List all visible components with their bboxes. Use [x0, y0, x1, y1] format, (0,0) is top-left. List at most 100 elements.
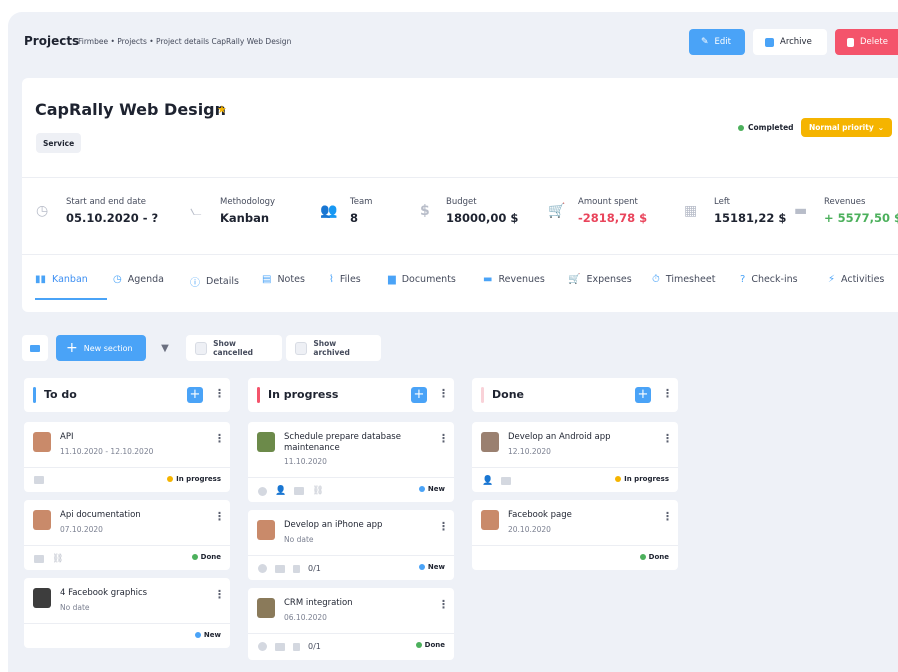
- kebab-menu-icon[interactable]: ⋮: [214, 510, 225, 523]
- tab-documents[interactable]: ▆ Documents: [388, 274, 456, 285]
- task-title: Schedule prepare database maintenance: [284, 432, 401, 453]
- task-card[interactable]: Api documentation 07.10.2020 ⋮ ⛓ Done: [24, 500, 230, 570]
- kebab-menu-icon[interactable]: ⋮: [214, 432, 225, 445]
- task-date: 20.10.2020: [508, 525, 551, 534]
- info-icon: ⓘ: [190, 278, 200, 289]
- tab-expenses[interactable]: 🛒 Expenses: [568, 274, 632, 285]
- column-header-done: Done + ⋮: [472, 378, 678, 412]
- tab-label: Notes: [277, 274, 305, 285]
- folder-icon: [501, 477, 512, 485]
- kebab-menu-icon[interactable]: ⋮: [438, 520, 449, 533]
- filter-icon: ▼: [161, 342, 169, 354]
- kebab-menu-icon[interactable]: ⋮: [438, 387, 449, 400]
- wallet-icon: ▬: [483, 274, 493, 285]
- page-title: Projects: [24, 34, 80, 48]
- subtask-icon: [293, 564, 300, 573]
- kebab-menu-icon[interactable]: ⋮: [438, 598, 449, 611]
- tab-files[interactable]: ⌇ Files: [329, 274, 361, 285]
- star-icon[interactable]: ★: [217, 103, 227, 116]
- divider: [24, 467, 230, 468]
- status-dot: [194, 632, 201, 638]
- tab-details[interactable]: ⓘ Details: [190, 274, 239, 289]
- delete-button[interactable]: Delete: [835, 29, 898, 55]
- task-card[interactable]: Develop an iPhone app No date ⋮ 0/1 New: [248, 510, 454, 580]
- status-badge: In progress: [167, 475, 221, 483]
- checkbox[interactable]: [295, 341, 308, 355]
- user-icon: 👤: [275, 486, 287, 496]
- chevron-down-icon: ⌄: [877, 123, 885, 132]
- stat-label: Budget: [446, 197, 477, 207]
- tab-notes[interactable]: ▤ Notes: [262, 274, 305, 285]
- show-archived-toggle[interactable]: Show archived: [286, 335, 381, 361]
- kebab-menu-icon[interactable]: ⋮: [662, 432, 673, 445]
- filter-button[interactable]: ▼: [152, 335, 178, 361]
- project-card: CapRally Web Design ★ Service Completed …: [22, 78, 898, 312]
- column-title: Done: [492, 388, 524, 401]
- status-label: Done: [200, 553, 221, 561]
- avatar: [33, 510, 51, 530]
- status-label: Completed: [748, 123, 794, 132]
- tab-label: Timesheet: [665, 274, 716, 285]
- add-task-button[interactable]: +: [187, 387, 203, 403]
- task-title: CRM integration: [284, 598, 353, 608]
- new-section-button[interactable]: + New section: [56, 335, 146, 361]
- kebab-menu-icon[interactable]: ⋮: [214, 387, 225, 400]
- add-task-button[interactable]: +: [635, 387, 651, 403]
- tab-revenues[interactable]: ▬ Revenues: [483, 274, 545, 285]
- clock-icon: ◷: [113, 274, 122, 285]
- breadcrumb[interactable]: Firmbee • Projects • Project details Cap…: [78, 37, 291, 46]
- tab-timesheet[interactable]: ⏱ Timesheet: [652, 274, 715, 285]
- stat-value: -2818,78 $: [578, 211, 648, 225]
- divider: [472, 467, 678, 468]
- edit-button-label: Edit: [714, 37, 732, 47]
- stat-label: Team: [350, 197, 373, 207]
- kebab-menu-icon[interactable]: ⋮: [662, 510, 673, 523]
- tab-checkins[interactable]: ? Check-ins: [740, 274, 798, 285]
- task-card[interactable]: API 11.10.2020 - 12.10.2020 ⋮ In progres…: [24, 422, 230, 492]
- show-archived-label: Show archived: [313, 339, 350, 357]
- archive-button[interactable]: Archive: [753, 29, 827, 55]
- show-cancelled-toggle[interactable]: Show cancelled: [186, 335, 282, 361]
- status-badge: In progress: [615, 475, 669, 483]
- task-card[interactable]: 4 Facebook graphics No date ⋮ New: [24, 578, 230, 648]
- tab-label: Revenues: [498, 274, 545, 285]
- trash-icon: [847, 37, 854, 47]
- collapse-button[interactable]: [22, 335, 48, 361]
- checkbox[interactable]: [195, 341, 208, 355]
- edit-button[interactable]: ✎ Edit: [689, 29, 745, 55]
- stat-label: Amount spent: [578, 197, 638, 207]
- task-card[interactable]: Facebook page 20.10.2020 ⋮ Done: [472, 500, 678, 570]
- info-icon: [258, 564, 267, 573]
- chart-icon: ⦦: [190, 203, 202, 219]
- project-tag: Service: [36, 133, 82, 153]
- stat-value: 18000,00 $: [446, 211, 519, 225]
- status-dot: [191, 554, 198, 560]
- tab-kanban[interactable]: ▮▮ Kanban: [35, 274, 88, 285]
- task-card[interactable]: CRM integration 06.10.2020 ⋮ 0/1 Done: [248, 588, 454, 660]
- kebab-menu-icon[interactable]: ⋮: [214, 588, 225, 601]
- kanban-icon: ▮▮: [35, 274, 47, 285]
- avatar: [257, 520, 275, 540]
- tab-label: Agenda: [127, 274, 164, 285]
- task-card[interactable]: Develop an Android app 12.10.2020 ⋮ 👤 In…: [472, 422, 678, 492]
- avatar: [481, 432, 499, 452]
- add-task-button[interactable]: +: [411, 387, 427, 403]
- tab-underline: [35, 298, 107, 300]
- kebab-menu-icon[interactable]: ⋮: [438, 432, 449, 445]
- tab-agenda[interactable]: ◷ Agenda: [113, 274, 164, 285]
- folder-icon: [34, 555, 44, 563]
- avatar: [33, 432, 51, 452]
- stat-value: 8: [350, 211, 359, 225]
- task-date: No date: [284, 535, 314, 544]
- kebab-menu-icon[interactable]: ⋮: [662, 387, 673, 400]
- task-date: 11.10.2020: [284, 457, 327, 466]
- priority-dropdown[interactable]: Normal priority ⌄: [801, 118, 893, 137]
- tab-label: Details: [206, 276, 239, 287]
- column-title: In progress: [268, 388, 339, 401]
- avatar: [481, 510, 499, 530]
- tab-activities[interactable]: ⚡ Activities: [828, 274, 884, 285]
- tab-label: Activities: [841, 274, 885, 285]
- tab-label: Check-ins: [751, 274, 798, 285]
- divider: [22, 254, 898, 255]
- task-card[interactable]: Schedule prepare database maintenance 11…: [248, 422, 454, 502]
